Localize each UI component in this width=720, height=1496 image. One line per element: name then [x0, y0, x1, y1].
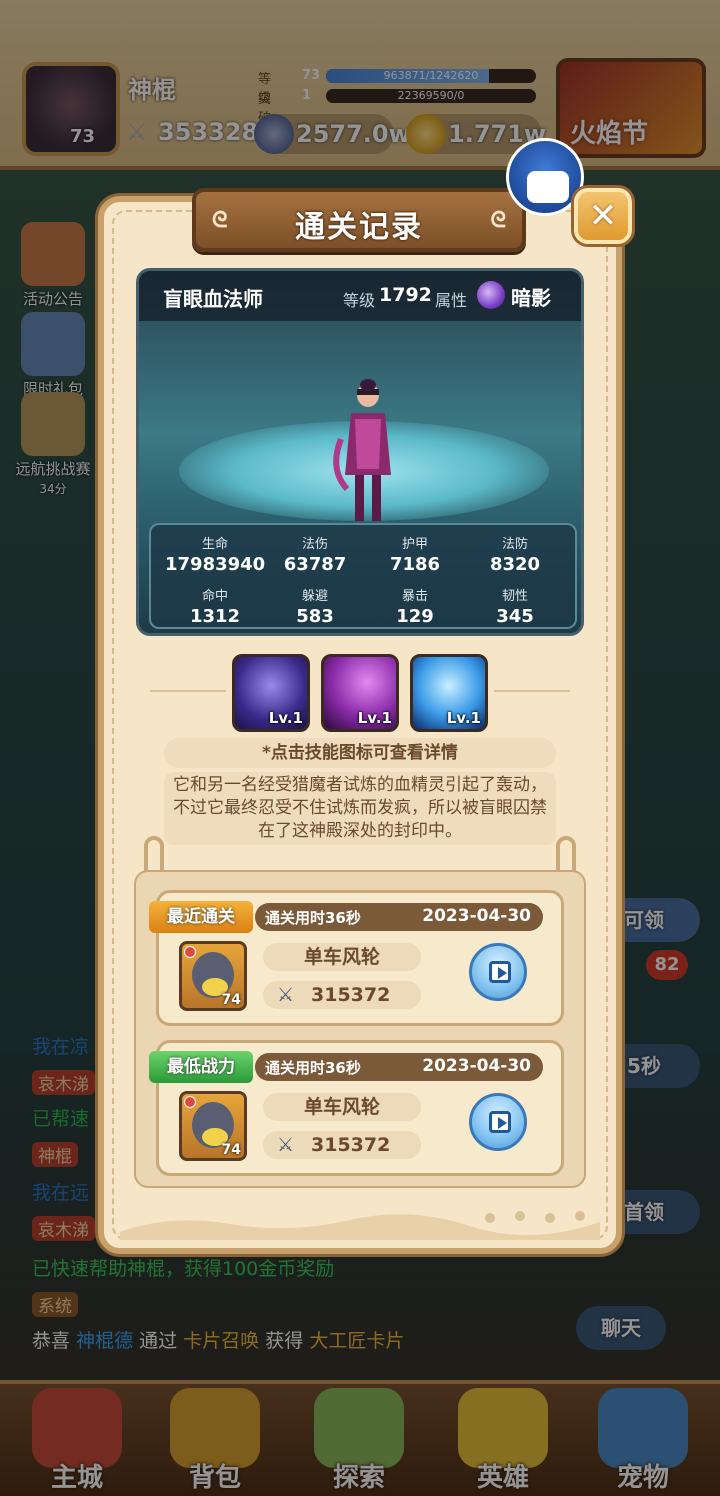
divider [150, 690, 226, 692]
skill-level: Lv.1 [446, 709, 481, 727]
record-clear-time: 通关用时36秒 [265, 1059, 361, 1077]
hero-figure [333, 379, 391, 521]
skill-level: Lv.1 [357, 709, 392, 727]
stat-value: 17983940 [165, 554, 266, 575]
record-badge: 最近通关 [149, 901, 253, 933]
crossed-swords-icon: ⚔ [277, 984, 295, 1006]
record-header: 通关用时36秒 2023-04-30 [255, 903, 543, 931]
divider [494, 690, 570, 692]
stat-hit: 命中 1312 [165, 585, 265, 627]
record-badge: 最低战力 [149, 1051, 253, 1083]
stat-label: 护甲 [401, 537, 428, 552]
stat-magic-damage: 法伤 63787 [265, 533, 365, 575]
stat-value: 345 [496, 606, 534, 627]
record-player-name: 单车风轮 [263, 943, 421, 971]
stat-dodge: 躲避 583 [265, 585, 365, 627]
stat-label: 法伤 [301, 537, 328, 552]
stat-magic-defense: 法防 8320 [465, 533, 565, 575]
record-power-row: ⚔ 315372 [263, 1131, 421, 1159]
mascot-face [527, 171, 569, 203]
record-date: 2023-04-30 [422, 1056, 531, 1076]
stat-value: 129 [396, 606, 434, 627]
close-button[interactable]: ✕ [574, 188, 632, 244]
stat-hp: 生命 17983940 [165, 533, 265, 575]
hero-level-label: 等级 [343, 291, 376, 310]
mascot-avatar [506, 138, 584, 216]
dialog-title: 通关记录 [295, 210, 423, 245]
stat-toughness: 韧性 345 [465, 585, 565, 627]
play-icon [489, 1111, 511, 1133]
skill-hint: *点击技能图标可查看详情 [164, 738, 556, 768]
hero-description: 它和另一名经受猎魔者试炼的血精灵引起了轰动，不过它最终忍受不住试炼而发疯，所以被… [164, 772, 556, 845]
stat-label: 命中 [201, 589, 228, 604]
hero-attribute-label: 属性 [435, 291, 468, 310]
record-player-avatar[interactable]: 74 [179, 1091, 247, 1161]
stat-label: 法防 [501, 537, 528, 552]
hero-panel: 盲眼血法师 等级 1792 属性 暗影 生命 17983940 法伤 63787… [136, 268, 584, 636]
record-player-name: 单车风轮 [263, 1093, 421, 1121]
stat-label: 暴击 [401, 589, 428, 604]
stat-label: 躲避 [301, 589, 328, 604]
replay-button[interactable] [469, 943, 527, 1001]
record-clear-time: 通关用时36秒 [265, 909, 361, 927]
lightning-skill-icon[interactable]: Lv.1 [410, 654, 488, 732]
hero-attribute: 暗影 [511, 286, 551, 310]
hero-name: 盲眼血法师 [163, 287, 263, 311]
record-power: 315372 [311, 984, 391, 1006]
stat-value: 7186 [389, 554, 441, 575]
stat-value: 583 [296, 606, 334, 627]
record-latest-clear: 通关用时36秒 2023-04-30 最近通关 74 单车风轮 ⚔ 315372 [149, 890, 564, 1026]
stat-armor: 护甲 7186 [365, 533, 465, 575]
dialog-title-banner: ᘓ 通关记录 ᘓ [192, 188, 526, 252]
record-header: 通关用时36秒 2023-04-30 [255, 1053, 543, 1081]
record-date: 2023-04-30 [422, 906, 531, 926]
skill-level: Lv.1 [268, 709, 303, 727]
record-player-avatar[interactable]: 74 [179, 941, 247, 1011]
play-icon [489, 961, 511, 983]
hero-header: 盲眼血法师 等级 1792 属性 暗影 [139, 271, 581, 321]
remove-icon [184, 946, 196, 958]
record-lowest-power: 通关用时36秒 2023-04-30 最低战力 74 单车风轮 ⚔ 315372 [149, 1040, 564, 1176]
replay-button[interactable] [469, 1093, 527, 1151]
stat-crit: 暴击 129 [365, 585, 465, 627]
record-power-row: ⚔ 315372 [263, 981, 421, 1009]
tentacle-skill-icon[interactable]: Lv.1 [232, 654, 310, 732]
shadow-element-icon [477, 281, 505, 309]
hero-level: 1792 [379, 284, 432, 306]
remove-icon [184, 1096, 196, 1108]
stat-value: 1312 [189, 606, 241, 627]
record-avatar-level: 74 [221, 992, 241, 1008]
banner-swirl-icon: ᘓ [490, 208, 507, 233]
bottom-silhouette-decoration [120, 1211, 600, 1240]
stat-label: 生命 [201, 537, 228, 552]
claw-skill-icon[interactable]: Lv.1 [321, 654, 399, 732]
record-avatar-level: 74 [221, 1142, 241, 1158]
record-power: 315372 [311, 1134, 391, 1156]
close-icon: ✕ [588, 196, 618, 236]
stat-value: 8320 [489, 554, 541, 575]
stat-value: 63787 [283, 554, 347, 575]
stat-label: 韧性 [501, 589, 528, 604]
crossed-swords-icon: ⚔ [277, 1134, 295, 1156]
hero-stats: 生命 17983940 法伤 63787 护甲 7186 法防 8320 命中 … [149, 523, 577, 629]
